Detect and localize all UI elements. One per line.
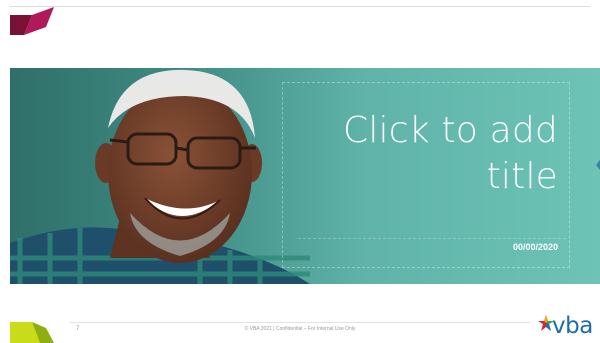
slide-date[interactable]: 00/00/2020 [513,242,558,252]
slide-title[interactable]: Click to add title [310,108,558,200]
top-divider [10,6,590,7]
magenta-ribbon-icon [10,7,54,35]
footer-confidential: © VBA 2021 | Confidential – For Internal… [244,326,356,332]
hero-banner: Click to add title 00/00/2020 [10,68,600,284]
vba-logo: vba [538,313,600,339]
footer-divider [70,322,530,323]
edge-chevron-icon [596,160,600,170]
logo-wordmark: vba [552,313,593,339]
slide-canvas: Click to add title 00/00/2020 7 © VBA 20… [0,0,600,343]
